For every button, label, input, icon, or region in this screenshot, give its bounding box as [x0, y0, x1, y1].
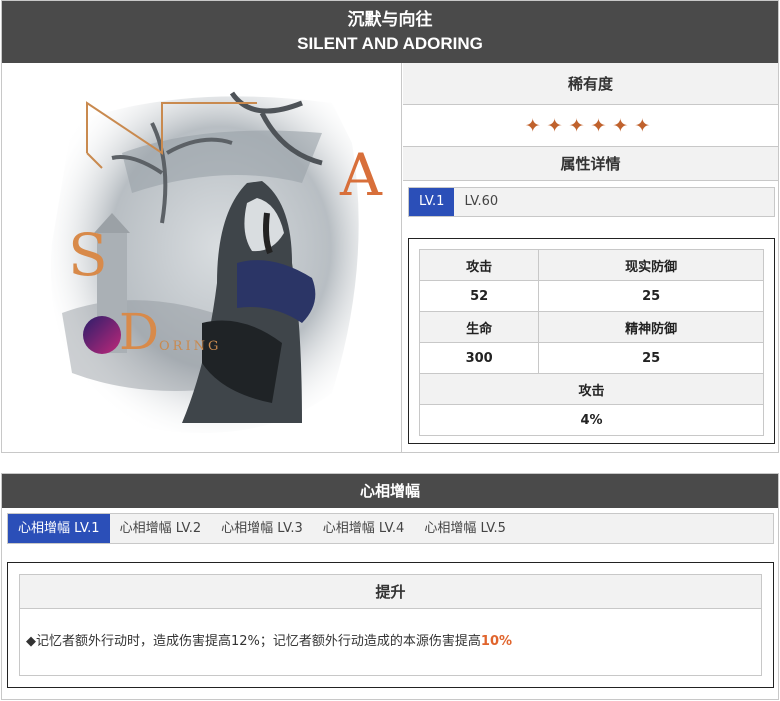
tab-amplification-lv2[interactable]: 心相增幅 LV.2	[110, 514, 212, 543]
rarity-label: 稀有度	[403, 63, 778, 105]
artwork-illustration	[50, 91, 359, 434]
title-cn: 沉默与向往	[347, 10, 433, 30]
amplification-tabs: 心相增幅 LV.1 心相增幅 LV.2 心相增幅 LV.3 心相增幅 LV.4 …	[7, 513, 774, 544]
amplification-title: 心相增幅	[2, 474, 778, 508]
art-word-oring: ORING	[159, 339, 222, 354]
bonus-stat-label: 攻击	[419, 373, 764, 405]
art-letter-a: A	[340, 141, 382, 209]
tab-amplification-lv3[interactable]: 心相增幅 LV.3	[211, 514, 313, 543]
art-letter-s: S	[68, 221, 108, 289]
title-en: SILENT AND ADORING	[297, 34, 483, 53]
stats-table: 攻击 现实防御 52 25 生命 精神防御 300 25 攻击 4%	[418, 249, 764, 436]
mental-defense-label: 精神防御	[538, 311, 764, 343]
tab-amplification-lv4[interactable]: 心相增幅 LV.4	[313, 514, 415, 543]
bonus-panel: 提升 ◆记忆者额外行动时，造成伤害提高12%；记忆者额外行动造成的本源伤害提高1…	[19, 574, 762, 676]
tab-amplification-lv1[interactable]: 心相增幅 LV.1	[8, 514, 110, 543]
mental-defense-value: 25	[538, 342, 764, 374]
real-defense-label: 现实防御	[538, 249, 764, 281]
bonus-highlight-value: 10%	[480, 634, 513, 649]
psychube-card: 沉默与向往 SILENT AND ADORING S A D ORING 稀有度…	[1, 0, 779, 453]
level-tabs: LV.1 LV.60	[408, 187, 775, 217]
stats-box: 攻击 现实防御 52 25 生命 精神防御 300 25 攻击 4%	[408, 238, 775, 444]
title-bar: 沉默与向往 SILENT AND ADORING	[2, 1, 778, 63]
hp-label: 生命	[418, 311, 540, 343]
bonus-section-label: 提升	[20, 575, 761, 609]
bonus-box: 提升 ◆记忆者额外行动时，造成伤害提高12%；记忆者额外行动造成的本源伤害提高1…	[7, 562, 774, 688]
attack-label: 攻击	[418, 249, 540, 281]
bonus-stat-value: 4%	[419, 404, 764, 436]
rarity-stars: ✦✦✦✦✦✦	[403, 105, 778, 147]
hp-value: 300	[418, 342, 540, 374]
attribute-panel: 稀有度 ✦✦✦✦✦✦ 属性详情 LV.1 LV.60 攻击 现实防御 52 25	[403, 63, 778, 452]
attack-value: 52	[418, 280, 540, 312]
card-content: S A D ORING 稀有度 ✦✦✦✦✦✦ 属性详情 LV.1 LV.60 攻…	[2, 63, 778, 452]
attribute-label: 属性详情	[403, 147, 778, 181]
bonus-description-text: ◆记忆者额外行动时，造成伤害提高12%；记忆者额外行动造成的本源伤害提高	[26, 634, 481, 649]
artwork: S A D ORING	[2, 63, 402, 452]
art-letter-d: D	[119, 303, 160, 361]
tab-amplification-lv5[interactable]: 心相增幅 LV.5	[414, 514, 516, 543]
tab-level-60[interactable]: LV.60	[454, 188, 508, 216]
amplification-card: 心相增幅 心相增幅 LV.1 心相增幅 LV.2 心相增幅 LV.3 心相增幅 …	[1, 473, 779, 700]
tab-level-1[interactable]: LV.1	[409, 188, 455, 216]
real-defense-value: 25	[538, 280, 764, 312]
bonus-description: ◆记忆者额外行动时，造成伤害提高12%；记忆者额外行动造成的本源伤害提高10%	[20, 609, 761, 675]
